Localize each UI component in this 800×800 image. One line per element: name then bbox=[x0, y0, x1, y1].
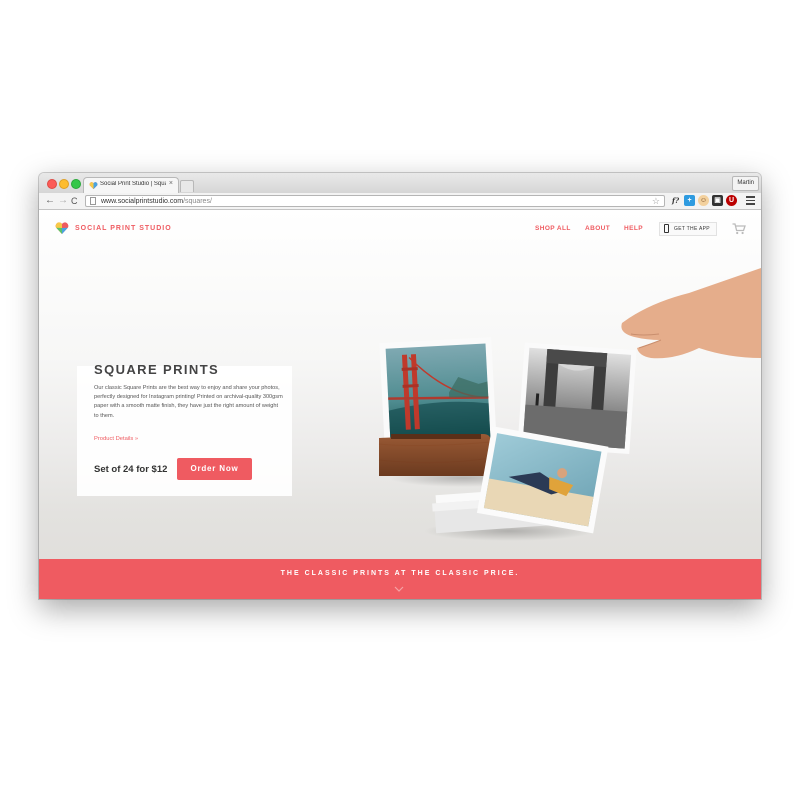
url-path: /squares/ bbox=[183, 198, 212, 205]
frame-extension-icon[interactable]: ▣ bbox=[712, 195, 723, 206]
tab-close-icon[interactable]: × bbox=[169, 180, 173, 187]
new-tab-button[interactable] bbox=[180, 180, 194, 192]
phone-icon bbox=[664, 224, 669, 233]
nav-about[interactable]: ABOUT bbox=[585, 225, 610, 232]
get-app-label: GET THE APP bbox=[674, 226, 710, 232]
url-text[interactable]: www.socialprintstudio.com/squares/ bbox=[101, 197, 212, 206]
reload-icon[interactable]: C bbox=[71, 194, 78, 208]
get-the-app-button[interactable]: GET THE APP bbox=[659, 222, 717, 236]
profile-button[interactable]: Martin bbox=[732, 176, 759, 191]
tab-title: Social Print Studio | Square bbox=[100, 181, 166, 187]
face-extension-icon[interactable]: ☺ bbox=[698, 195, 709, 206]
url-host: www.socialprintstudio.com bbox=[101, 198, 184, 205]
hamburger-menu-icon[interactable] bbox=[746, 196, 755, 207]
forward-arrow-icon[interactable]: → bbox=[58, 194, 68, 208]
browser-window: Social Print Studio | Square × Martin ← … bbox=[39, 173, 761, 599]
hero-section: SQUARE PRINTS Our classic Square Prints … bbox=[39, 248, 761, 568]
bookmark-star-icon[interactable]: ☆ bbox=[652, 196, 660, 206]
order-now-button[interactable]: Order Now bbox=[177, 458, 252, 480]
logo-text[interactable]: SOCIAL PRINT STUDIO bbox=[75, 225, 172, 232]
product-title: SQUARE PRINTS bbox=[94, 362, 220, 377]
site-header: SOCIAL PRINT STUDIO SHOP ALL ABOUT HELP … bbox=[39, 210, 761, 248]
page-icon bbox=[90, 197, 96, 205]
window-close-button[interactable] bbox=[47, 179, 57, 189]
shopping-cart-icon[interactable] bbox=[732, 223, 746, 235]
window-minimize-button[interactable] bbox=[59, 179, 69, 189]
nav-help[interactable]: HELP bbox=[624, 225, 643, 232]
plus-extension-icon[interactable]: + bbox=[684, 195, 695, 206]
favicon-heart-icon bbox=[89, 182, 98, 190]
chevron-down-icon[interactable] bbox=[394, 586, 404, 592]
promo-banner-text: THE CLASSIC PRINTS AT THE CLASSIC PRICE. bbox=[280, 570, 520, 577]
formula-f-icon[interactable]: f? bbox=[670, 195, 681, 206]
ublock-icon[interactable]: U bbox=[726, 195, 737, 206]
address-bar[interactable]: www.socialprintstudio.com/squares/ ☆ bbox=[85, 195, 665, 207]
nav-shop-all[interactable]: SHOP ALL bbox=[535, 225, 571, 232]
back-arrow-icon[interactable]: ← bbox=[45, 194, 55, 208]
logo-heart-icon[interactable] bbox=[55, 221, 69, 235]
page-viewport: SOCIAL PRINT STUDIO SHOP ALL ABOUT HELP … bbox=[39, 210, 761, 599]
browser-toolbar: ← → C www.socialprintstudio.com/squares/… bbox=[39, 193, 761, 210]
product-details-link[interactable]: Product Details » bbox=[94, 436, 138, 442]
product-description: Our classic Square Prints are the best w… bbox=[94, 385, 283, 419]
tab-strip: Social Print Studio | Square × Martin bbox=[39, 173, 761, 194]
browser-tab[interactable]: Social Print Studio | Square × bbox=[83, 177, 179, 193]
promo-banner: THE CLASSIC PRINTS AT THE CLASSIC PRICE. bbox=[39, 559, 761, 599]
product-price: Set of 24 for $12 bbox=[94, 464, 168, 475]
window-maximize-button[interactable] bbox=[71, 179, 81, 189]
